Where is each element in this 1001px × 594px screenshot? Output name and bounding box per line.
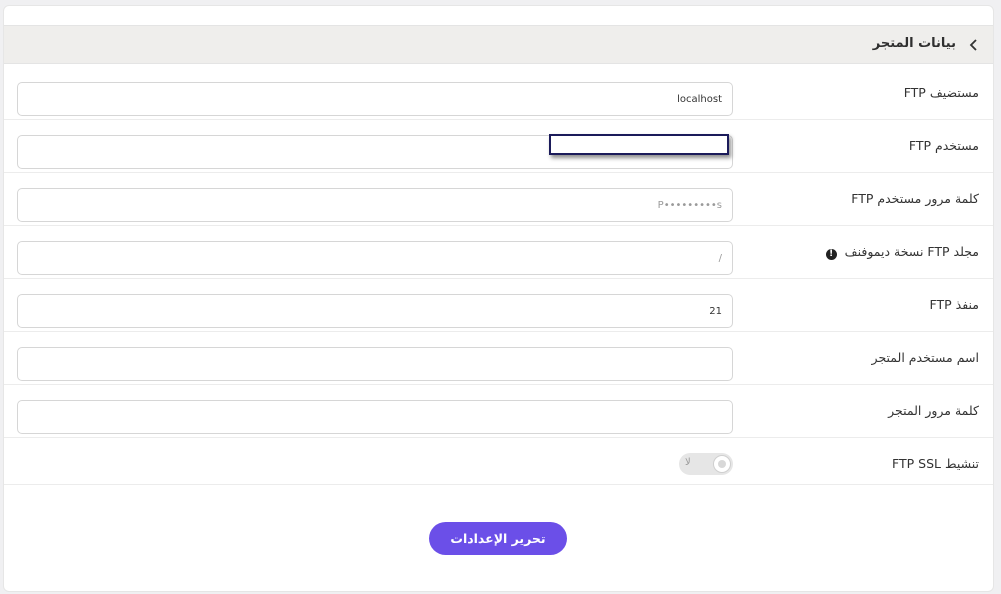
ftp-password-input[interactable] (17, 188, 733, 222)
ftp-ssl-label: تنشيط FTP SSL (892, 456, 979, 471)
toggle-state-text: لا (685, 457, 691, 468)
ftp-folder-label: مجلد FTP نسخة ديموفنف ! (825, 244, 979, 260)
ftp-ssl-toggle[interactable]: لا (679, 453, 733, 475)
ftp-ssl-row: تنشيط FTP SSL لا (4, 438, 993, 485)
store-username-row: اسم مستخدم المتجر (4, 332, 993, 385)
ftp-host-input[interactable] (17, 82, 733, 116)
toggle-knob (713, 455, 731, 473)
section-header[interactable]: بيانات المتجر (4, 25, 993, 64)
ftp-port-input[interactable] (17, 294, 733, 328)
chevron-left-icon[interactable] (967, 38, 981, 52)
exclamation-info-icon[interactable]: ! (825, 249, 837, 260)
store-settings-card: بيانات المتجر مستضيف FTP مستخدم FTP كلمة… (3, 5, 994, 592)
store-password-label: كلمة مرور المتجر (888, 403, 979, 418)
ftp-folder-input[interactable] (17, 241, 733, 275)
ftp-host-row: مستضيف FTP (4, 67, 993, 120)
ftp-password-label: كلمة مرور مستخدم FTP (851, 191, 979, 206)
ftp-folder-row: مجلد FTP نسخة ديموفنف ! (4, 226, 993, 279)
ftp-password-row: كلمة مرور مستخدم FTP (4, 173, 993, 226)
section-title: بيانات المتجر (872, 36, 956, 51)
store-password-row: كلمة مرور المتجر (4, 385, 993, 438)
ftp-port-row: منفذ FTP (4, 279, 993, 332)
active-field-highlight (549, 134, 729, 155)
ftp-port-label: منفذ FTP (929, 297, 979, 312)
ftp-user-row: مستخدم FTP (4, 120, 993, 173)
ftp-folder-label-text: مجلد FTP نسخة ديموفنف (844, 244, 979, 259)
ftp-host-label: مستضيف FTP (903, 85, 979, 100)
store-username-input[interactable] (17, 347, 733, 381)
save-settings-button[interactable]: تحرير الإعدادات (429, 522, 567, 555)
store-username-label: اسم مستخدم المتجر (871, 350, 979, 365)
ftp-user-label: مستخدم FTP (908, 138, 979, 153)
store-password-input[interactable] (17, 400, 733, 434)
